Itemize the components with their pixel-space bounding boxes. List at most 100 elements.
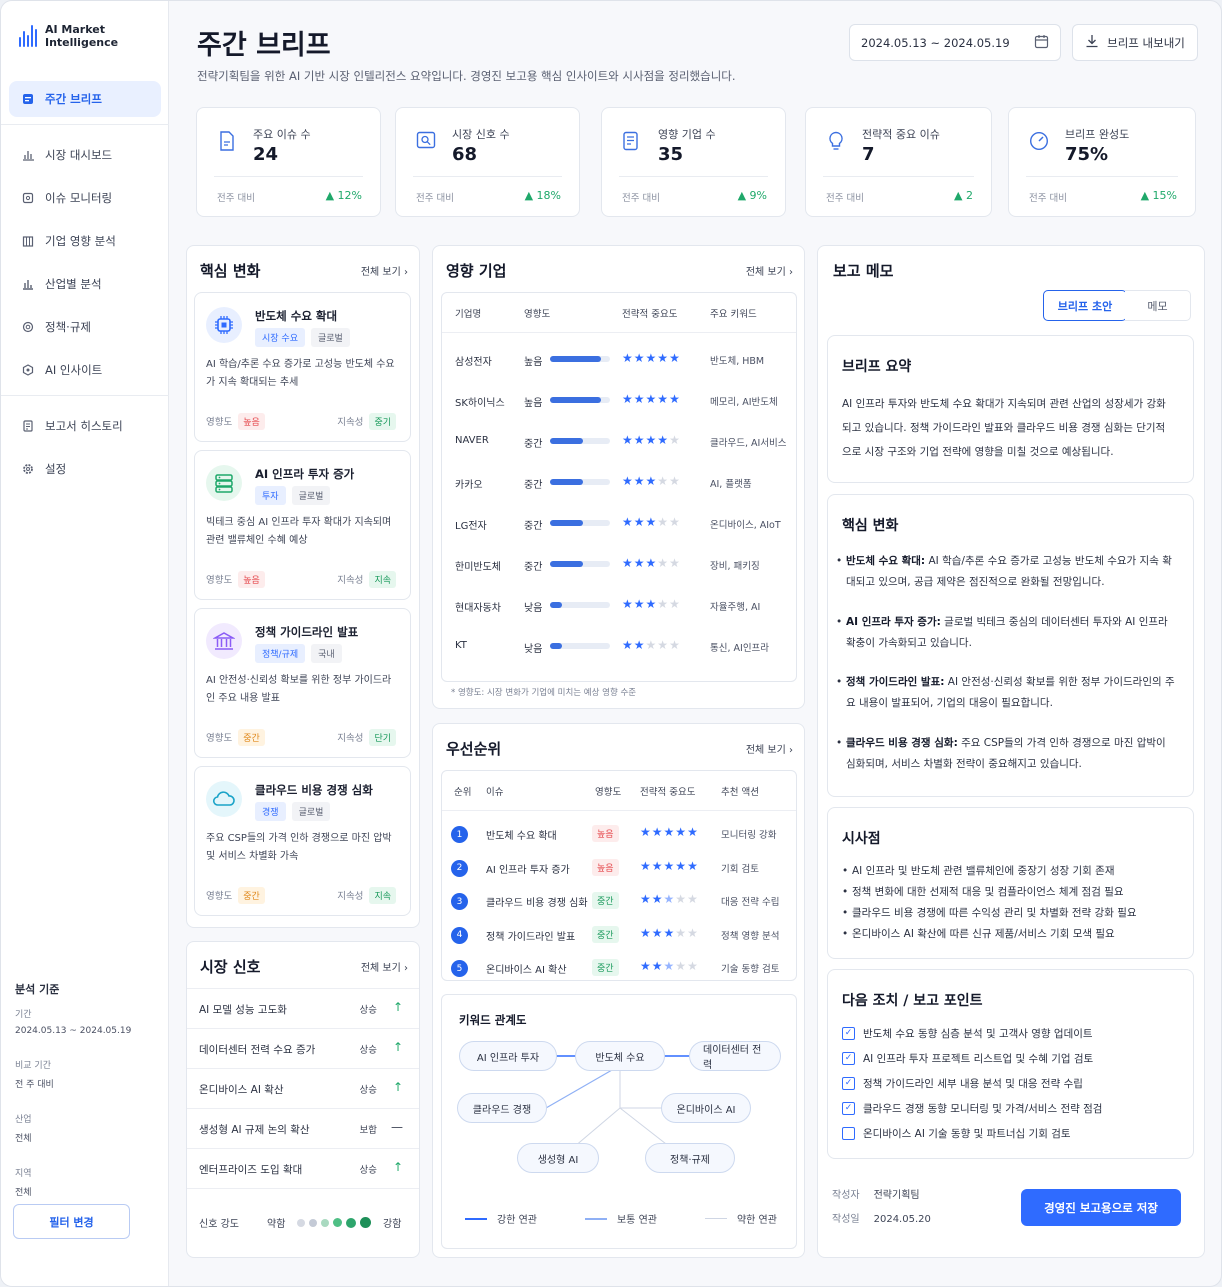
star-icon: ★ — [622, 597, 634, 611]
signal-row[interactable]: 온디바이스 AI 확산 상승 ↑ — [187, 1068, 419, 1108]
sidebar-item-settings[interactable]: 설정 — [9, 451, 161, 487]
recommended-action: 모니터링 강화 — [721, 830, 777, 841]
export-brief-button[interactable]: 브리프 내보내기 — [1072, 24, 1198, 61]
star-icon: ★ — [663, 959, 676, 973]
priority-view-all[interactable]: 전체 보기 › — [746, 741, 793, 756]
implications-list: AI 인프라 및 반도체 관련 밸류체인에 중장기 성장 기회 존재 정책 변화… — [842, 861, 1137, 945]
market-signals-view-all[interactable]: 전체 보기 › — [361, 959, 408, 974]
priority-row[interactable]: 2 AI 인프라 투자 증가 높음 ★★★★★ 기회 검토 — [442, 851, 796, 884]
signal-name: 엔터프라이즈 도입 확대 — [199, 1164, 303, 1176]
importance-stars: ★★★★★ — [640, 959, 699, 973]
star-icon: ★ — [633, 597, 646, 611]
company-row[interactable]: 한미반도체 중간 ★★★★★ 장비, 패키징 — [442, 544, 796, 585]
sidebar-item-industry-analysis[interactable]: 산업별 분석 — [9, 266, 161, 302]
star-icon: ★ — [657, 556, 670, 570]
star-icon: ★ — [640, 892, 652, 906]
signal-row[interactable]: 엔터프라이즈 도입 확대 상승 ↑ — [187, 1148, 419, 1188]
save-for-executive-button[interactable]: 경영진 보고용으로 저장 — [1021, 1189, 1181, 1226]
change-card[interactable]: AI 인프라 투자 증가 투자 글로벌 빅테크 중심 AI 인프라 투자 확대가 … — [194, 450, 411, 600]
criteria-title: 분석 기준 — [15, 983, 60, 996]
companies-view-all[interactable]: 전체 보기 › — [746, 263, 793, 278]
priority-issue: AI 인프라 투자 증가 — [486, 864, 570, 876]
change-card[interactable]: 정책 가이드라인 발표 정책/규제 국내 AI 안전성·신뢰성 확보를 위한 정부… — [194, 608, 411, 758]
action-item[interactable]: ✓ 클라우드 경쟁 동향 모니터링 및 가격/서비스 전략 점검 — [842, 1101, 1102, 1116]
company-keywords: 온디바이스, AIoT — [710, 520, 781, 531]
date-range-picker[interactable]: 2024.05.13 ~ 2024.05.19 — [849, 24, 1061, 61]
sidebar-item-company-impact[interactable]: 기업 영향 분석 — [9, 223, 161, 259]
keyword-node[interactable]: AI 인프라 투자 — [459, 1041, 557, 1071]
cloud-icon — [206, 781, 242, 817]
companies-panel: 영향 기업 전체 보기 › 기업명 영향도 전략적 중요도 주요 키워드 삼성전… — [432, 245, 805, 709]
change-tag: 투자 — [255, 486, 286, 505]
period-label: 기간 — [15, 1010, 32, 1020]
checkbox-checked-icon[interactable]: ✓ — [842, 1027, 855, 1040]
company-row[interactable]: KT 낮음 ★★★★★ 통신, AI인프라 — [442, 626, 796, 667]
star-icon: ★ — [651, 925, 664, 940]
star-icon: ★ — [687, 925, 699, 940]
impact-badge: 중간 — [592, 892, 619, 909]
memo-change-item: 반도체 수요 확대: AI 학습/추론 수요 증가로 고성능 반도체 수요가 지… — [836, 551, 1176, 593]
action-item[interactable]: ✓ AI 인프라 투자 프로젝트 리스트업 및 수혜 기업 검토 — [842, 1051, 1093, 1066]
building-icon — [21, 234, 35, 248]
change-description: AI 학습/추론 수요 증가로 고성능 반도체 수요가 지속 확대되는 추세 — [206, 359, 395, 388]
rank-badge: 4 — [451, 926, 468, 944]
keyword-node[interactable]: 정책·규제 — [645, 1143, 735, 1173]
star-icon: ★ — [622, 351, 634, 365]
checkbox-empty-icon[interactable] — [842, 1127, 855, 1140]
date-value: 2024.05.20 — [873, 1214, 931, 1225]
company-row[interactable]: 카카오 중간 ★★★★★ AI, 플랫폼 — [442, 462, 796, 503]
stat-card-issues: 주요 이슈 수 24 전주 대비 ▲ 12% — [196, 107, 381, 217]
stat-change: ▲ 2 — [954, 189, 973, 202]
checkbox-checked-icon[interactable]: ✓ — [842, 1077, 855, 1090]
key-changes-view-all[interactable]: 전체 보기 › — [361, 263, 408, 278]
company-list-icon — [622, 130, 642, 152]
priority-row[interactable]: 1 반도체 수요 확대 높음 ★★★★★ 모니터링 강화 — [442, 817, 796, 850]
stat-label: 브리프 완성도 — [1065, 128, 1130, 141]
sidebar-item-weekly-brief[interactable]: 주간 브리프 — [9, 81, 161, 117]
sidebar-item-ai-insight[interactable]: AI 인사이트 — [9, 352, 161, 388]
change-card[interactable]: 반도체 수요 확대 시장 수요 글로벌 AI 학습/추론 수요 증가로 고성능 반… — [194, 292, 411, 442]
action-item[interactable]: ✓ 반도체 수요 동향 심층 분석 및 고객사 영향 업데이트 — [842, 1026, 1093, 1041]
filter-change-button[interactable]: 필터 변경 — [13, 1204, 130, 1239]
sidebar-item-market-dashboard[interactable]: 시장 대시보드 — [9, 137, 161, 173]
keyword-node[interactable]: 반도체 수요 — [575, 1041, 665, 1071]
signal-name: 생성형 AI 규제 논의 확산 — [199, 1124, 310, 1136]
company-row[interactable]: LG전자 중간 ★★★★★ 온디바이스, AIoT — [442, 503, 796, 544]
tab-memo[interactable]: 메모 — [1125, 290, 1191, 321]
checkbox-checked-icon[interactable]: ✓ — [842, 1102, 855, 1115]
priority-row[interactable]: 4 정책 가이드라인 발표 중간 ★★★★★ 정책 영향 분석 — [442, 918, 796, 951]
star-icon: ★ — [633, 515, 646, 529]
company-row[interactable]: SK하이닉스 높음 ★★★★★ 메모리, AI반도체 — [442, 380, 796, 421]
signal-name: AI 모델 성능 고도화 — [199, 1004, 287, 1016]
company-row[interactable]: NAVER 중간 ★★★★★ 클라우드, AI서비스 — [442, 421, 796, 462]
company-row[interactable]: 삼성전자 높음 ★★★★★ 반도체, HBM — [442, 339, 796, 380]
sidebar-item-policy[interactable]: 정책·규제 — [9, 309, 161, 345]
priority-row[interactable]: 3 클라우드 비용 경쟁 심화 중간 ★★★★★ 대응 전략 수립 — [442, 884, 796, 917]
signal-row[interactable]: AI 모델 성능 고도화 상승 ↑ — [187, 988, 419, 1028]
brief-icon — [21, 92, 35, 106]
star-icon: ★ — [645, 392, 658, 406]
star-icon: ★ — [657, 392, 670, 406]
keyword-node[interactable]: 클라우드 경쟁 — [457, 1093, 547, 1123]
implications-card: 시사점 AI 인프라 및 반도체 관련 밸류체인에 중장기 성장 기회 존재 정… — [827, 807, 1194, 959]
priority-panel: 우선순위 전체 보기 › 순위 이슈 영향도 전략적 중요도 추천 액션 1 반도… — [432, 723, 805, 1258]
sidebar-item-issue-monitoring[interactable]: 이슈 모니터링 — [9, 180, 161, 216]
tab-brief-draft[interactable]: 브리프 초안 — [1043, 290, 1127, 321]
keyword-node[interactable]: 온디바이스 AI — [661, 1093, 751, 1123]
signal-row[interactable]: 생성형 AI 규제 논의 확산 보합 — — [187, 1108, 419, 1148]
change-card[interactable]: 클라우드 비용 경쟁 심화 경쟁 글로벌 주요 CSP들의 가격 인하 경쟁으로 … — [194, 766, 411, 916]
star-icon: ★ — [687, 892, 699, 906]
checkbox-checked-icon[interactable]: ✓ — [842, 1052, 855, 1065]
company-row[interactable]: 현대자동차 낮음 ★★★★★ 자율주행, AI — [442, 585, 796, 626]
action-item[interactable]: 온디바이스 AI 기술 동향 및 파트너십 기회 검토 — [842, 1126, 1071, 1141]
impact-level: 높음 — [524, 357, 543, 368]
signal-row[interactable]: 데이터센터 전력 수요 증가 상승 ↑ — [187, 1028, 419, 1068]
sidebar-item-report-history[interactable]: 보고서 히스토리 — [9, 408, 161, 444]
priority-row[interactable]: 5 온디바이스 AI 확산 중간 ★★★★★ 기술 동향 검토 — [442, 951, 796, 984]
keyword-node[interactable]: 생성형 AI — [517, 1143, 599, 1173]
stat-value: 75% — [1065, 144, 1109, 165]
strength-dots — [297, 1217, 371, 1228]
action-item[interactable]: ✓ 정책 가이드라인 세부 내용 분석 및 대응 전략 수립 — [842, 1076, 1083, 1091]
company-name: NAVER — [455, 435, 489, 446]
keyword-node[interactable]: 데이터센터 전력 — [689, 1041, 781, 1071]
